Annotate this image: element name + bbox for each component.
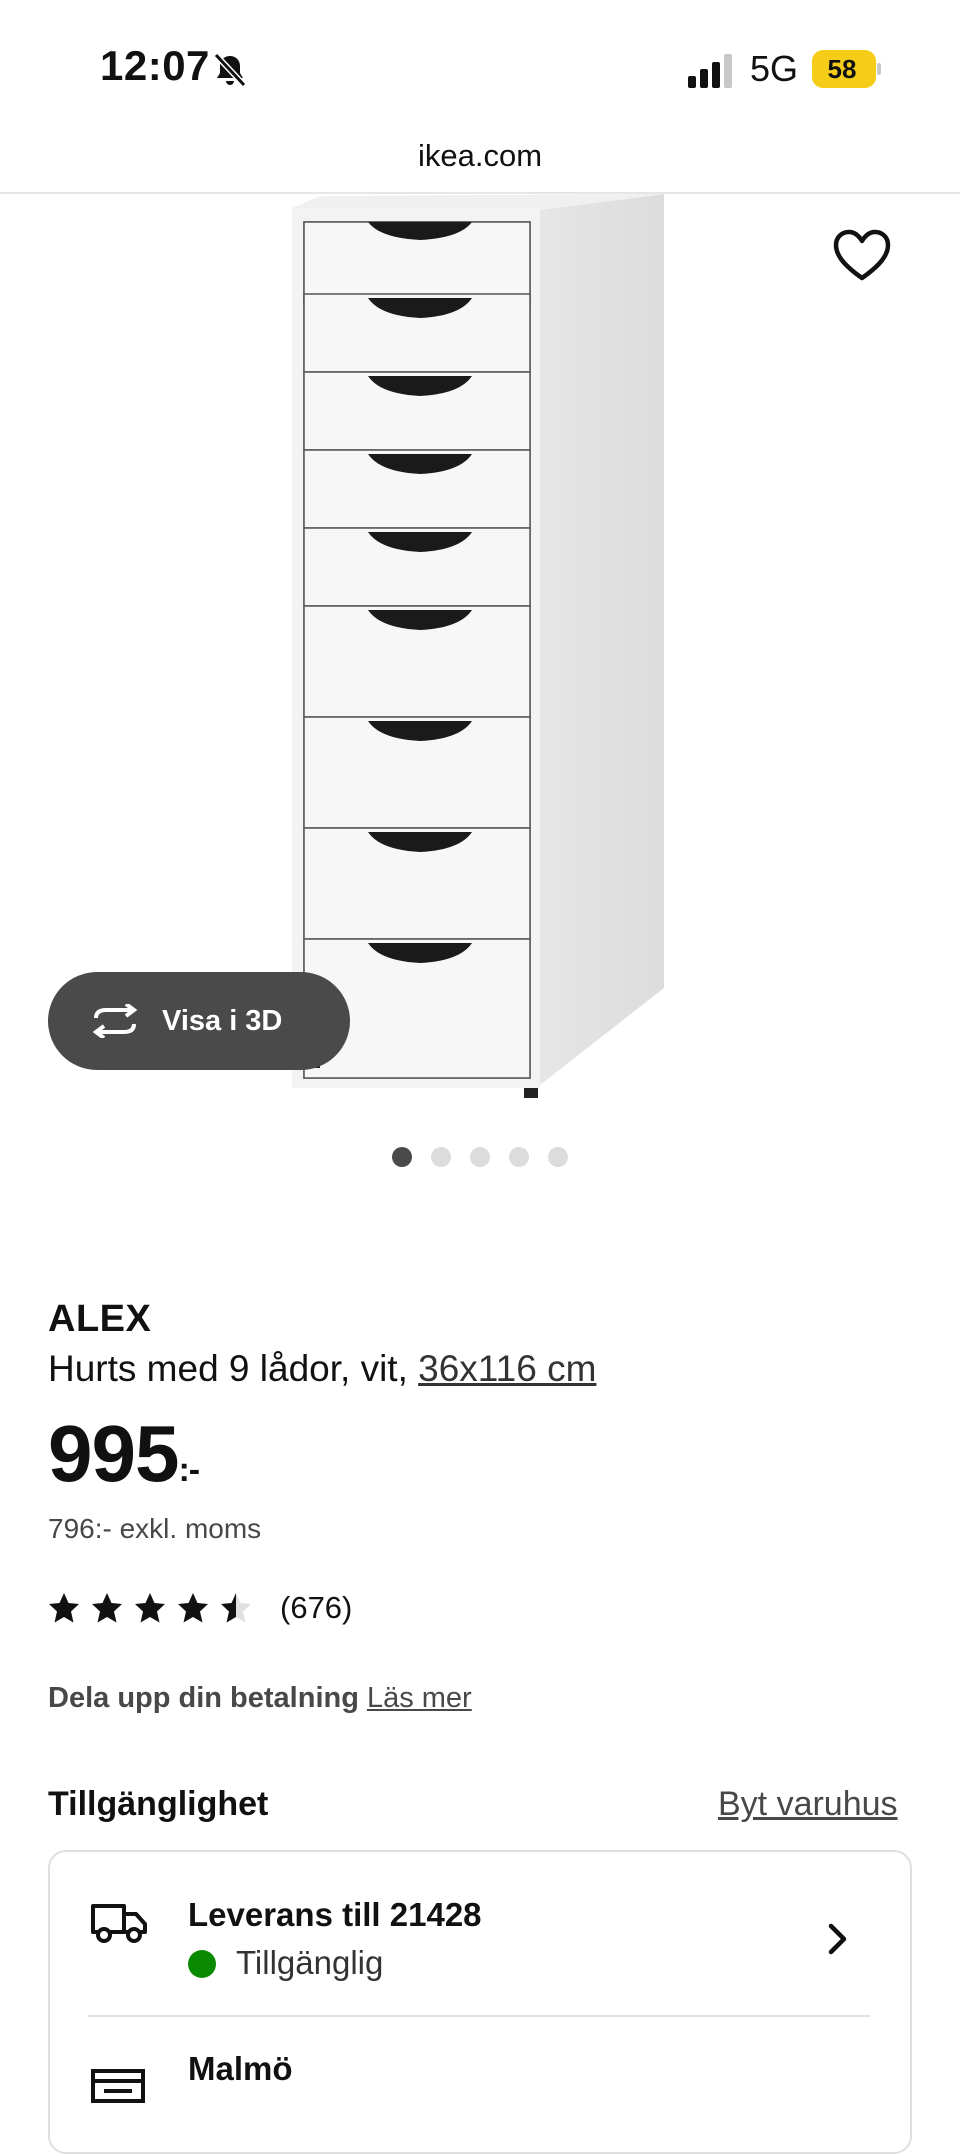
delivery-status: Tillgänglig — [236, 1944, 384, 1981]
silent-bell-icon — [213, 52, 247, 88]
carousel-dot[interactable] — [470, 1147, 490, 1167]
carousel-dot[interactable] — [509, 1147, 529, 1167]
delivery-truck-icon — [91, 1904, 147, 1943]
payment-label: Dela upp din betalning — [48, 1682, 359, 1714]
price-value: 995 — [48, 1409, 179, 1498]
carousel-pagination — [392, 1147, 582, 1169]
price: 995:- — [48, 1408, 200, 1500]
delivery-title[interactable]: Leverans till 21428 — [188, 1896, 482, 1934]
status-time: 12:07 — [100, 42, 210, 89]
size-link[interactable]: 36x116 cm — [418, 1348, 596, 1389]
status-bar: 12:07 5G 58 — [0, 0, 960, 140]
star-icon — [49, 1593, 79, 1623]
store-title[interactable]: Malmö — [188, 2050, 293, 2088]
carousel-dot[interactable] — [431, 1147, 451, 1167]
product-name: ALEX — [48, 1298, 152, 1340]
carousel-dot[interactable] — [548, 1147, 568, 1167]
star-icon — [178, 1593, 208, 1623]
store-icon — [91, 2069, 145, 2103]
battery-level: 58 — [827, 54, 857, 84]
network-type: 5G — [750, 48, 799, 89]
rotate-3d-icon — [92, 1004, 138, 1038]
view-in-3d-button[interactable]: Visa i 3D — [48, 972, 350, 1070]
availability-title: Tillgänglighet — [48, 1785, 269, 1823]
availability-status-dot — [188, 1950, 216, 1978]
carousel-dot[interactable] — [392, 1147, 412, 1167]
payment-info: Dela upp din betalning Läs mer — [48, 1682, 472, 1715]
rating-count[interactable]: (676) — [280, 1590, 352, 1626]
url-bar[interactable]: ikea.com — [0, 138, 960, 174]
chevron-right-icon[interactable] — [826, 1922, 850, 1956]
product-description: Hurts med 9 lådor, vit, 36x116 cm — [48, 1348, 596, 1390]
price-excl-vat: 796:- exkl. moms — [48, 1513, 262, 1544]
half-star-icon — [221, 1593, 251, 1623]
change-store-link[interactable]: Byt varuhus — [718, 1785, 898, 1824]
product-description-text: Hurts med 9 lådor, vit, — [48, 1348, 419, 1389]
read-more-link[interactable]: Läs mer — [367, 1682, 472, 1714]
price-suffix: :- — [178, 1451, 200, 1489]
favorite-heart-icon[interactable] — [832, 228, 892, 284]
signal-strength-icon — [688, 54, 732, 88]
rating-stars[interactable] — [48, 1592, 252, 1628]
star-icon — [135, 1593, 165, 1623]
divider — [88, 2015, 870, 2017]
star-icon — [92, 1593, 122, 1623]
view-in-3d-label: Visa i 3D — [162, 1004, 283, 1037]
